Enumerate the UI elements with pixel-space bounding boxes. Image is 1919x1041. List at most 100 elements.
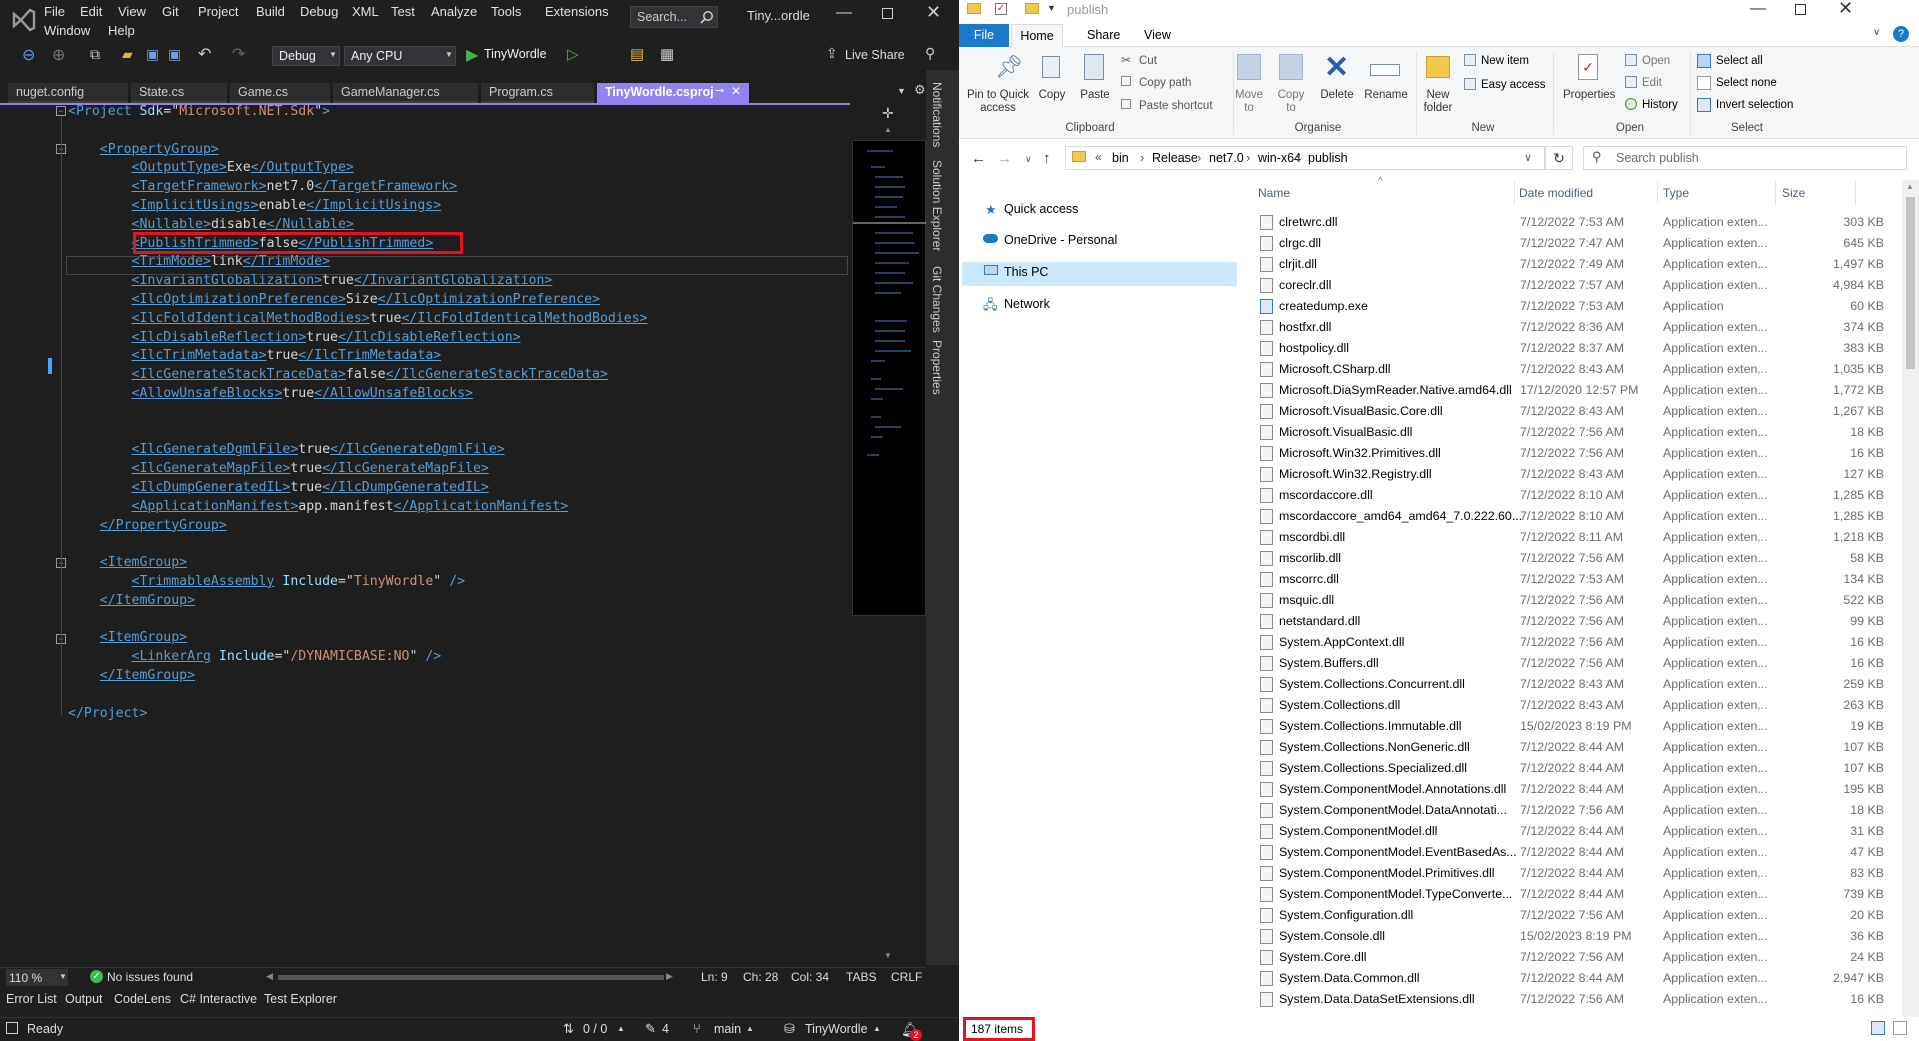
split-editor-icon[interactable]: ✛ xyxy=(882,105,894,122)
file-row[interactable]: Microsoft.VisualBasic.dll 7/12/2022 7:56 … xyxy=(1258,422,1898,443)
tab-game-cs[interactable]: Game.cs xyxy=(230,83,330,103)
line-ending[interactable]: CRLF xyxy=(891,970,922,984)
delete-button[interactable]: Delete xyxy=(1318,89,1356,101)
new-folder-button[interactable]: New folder xyxy=(1418,89,1458,115)
file-row[interactable]: msquic.dll 7/12/2022 7:56 AM Application e… xyxy=(1258,590,1898,611)
file-row[interactable]: System.Collections.dll 7/12/2022 8:43 AM A… xyxy=(1258,695,1898,716)
file-row[interactable]: System.ComponentModel.TypeConverte... 7/1… xyxy=(1258,884,1898,905)
file-row[interactable]: netstandard.dll 7/12/2022 7:56 AM Applicat… xyxy=(1258,611,1898,632)
pending-changes-count[interactable]: 4 xyxy=(662,1022,669,1036)
file-row[interactable]: Microsoft.Win32.Registry.dll 7/12/2022 8:… xyxy=(1258,464,1898,485)
history-button[interactable]: History xyxy=(1642,99,1678,111)
file-row[interactable]: Microsoft.Win32.Primitives.dll 7/12/2022 … xyxy=(1258,443,1898,464)
quick-access-toolbar-dropdown[interactable]: ▼ xyxy=(1047,3,1056,13)
menu-file[interactable]: File xyxy=(44,4,65,19)
fold-toggle-project[interactable]: − xyxy=(56,106,66,116)
edit-button[interactable]: Edit xyxy=(1642,77,1662,89)
file-row[interactable]: mscorrc.dll 7/12/2022 7:53 AM Application … xyxy=(1258,569,1898,590)
minimize-button[interactable]: — xyxy=(1750,0,1766,18)
menu-view[interactable]: View xyxy=(118,4,146,19)
nav-network[interactable]: Network xyxy=(1004,297,1050,311)
menu-project[interactable]: Project xyxy=(198,4,238,19)
git-commits-count[interactable]: 0 / 0 xyxy=(583,1022,607,1036)
code-content[interactable]: <Project Sdk="Microsoft.NET.Sdk"> <Prope… xyxy=(68,103,850,723)
menu-build[interactable]: Build xyxy=(256,4,285,19)
file-row[interactable]: mscorlib.dll 7/12/2022 7:56 AM Application… xyxy=(1258,548,1898,569)
close-tab-icon[interactable]: ✕ xyxy=(731,84,741,98)
breadcrumb-overflow-icon[interactable]: « xyxy=(1095,150,1102,164)
search-box[interactable]: ⚲ Search publish xyxy=(1583,146,1907,170)
breadcrumb-item[interactable]: Release xyxy=(1152,151,1198,165)
properties-button[interactable]: Properties xyxy=(1563,89,1615,101)
chevron-down-icon[interactable]: ∨ xyxy=(1873,27,1880,38)
select-all-button[interactable]: Select all xyxy=(1716,55,1763,67)
nav-this-pc[interactable]: This PC xyxy=(1004,265,1048,279)
bottom-tab-test-explorer[interactable]: Test Explorer xyxy=(264,992,337,1006)
file-row[interactable]: System.Console.dll 15/02/2023 8:19 PM Appl… xyxy=(1258,926,1898,947)
file-row[interactable]: clrjit.dll 7/12/2022 7:49 AM Application e… xyxy=(1258,254,1898,275)
breadcrumb-item[interactable]: win-x64 xyxy=(1258,151,1301,165)
file-row[interactable]: createdump.exe 7/12/2022 7:53 AM Applicati… xyxy=(1258,296,1898,317)
menu-extensions[interactable]: Extensions xyxy=(545,4,609,19)
file-row[interactable]: hostpolicy.dll 7/12/2022 8:37 AM Applicati… xyxy=(1258,338,1898,359)
ribbon-tab-home[interactable]: Home xyxy=(1011,24,1063,48)
indent-mode[interactable]: TABS xyxy=(846,970,876,984)
menu-window[interactable]: Window xyxy=(44,23,90,38)
close-button[interactable]: ✕ xyxy=(1838,0,1853,19)
repo-name[interactable]: TinyWordle xyxy=(805,1022,868,1036)
save-icon[interactable]: ▣ xyxy=(146,46,159,63)
ribbon-tab-view[interactable]: View xyxy=(1144,28,1171,42)
file-row[interactable]: mscordaccore.dll 7/12/2022 8:10 AM Applica… xyxy=(1258,485,1898,506)
start-debug-icon[interactable]: ▶ xyxy=(466,45,478,65)
file-row[interactable]: System.Buffers.dll 7/12/2022 7:56 AM Appli… xyxy=(1258,653,1898,674)
tab-gamemanager-cs[interactable]: GameManager.cs xyxy=(333,83,478,103)
horizontal-scrollbar[interactable] xyxy=(278,975,664,980)
chevron-right-icon[interactable]: › xyxy=(1296,150,1300,165)
column-header-name[interactable]: Name xyxy=(1258,186,1290,200)
move-to-button[interactable]: Move to xyxy=(1233,89,1265,115)
file-row[interactable]: hostfxr.dll 7/12/2022 8:36 AM Application … xyxy=(1258,317,1898,338)
file-row[interactable]: System.AppContext.dll 7/12/2022 7:56 AM Ap… xyxy=(1258,632,1898,653)
scroll-down-arrow[interactable]: ▼ xyxy=(884,951,892,960)
nav-quick-access[interactable]: Quick access xyxy=(1004,202,1078,216)
bottom-tab-output[interactable]: Output xyxy=(65,992,103,1006)
menu-tools[interactable]: Tools xyxy=(491,4,521,19)
file-row[interactable]: System.ComponentModel.Annotations.dll 7/1… xyxy=(1258,779,1898,800)
feedback-icon[interactable]: ⚲ xyxy=(925,45,935,62)
run-target-button[interactable]: TinyWordle xyxy=(484,47,547,61)
file-row[interactable]: clrgc.dll 7/12/2022 7:47 AM Application ex… xyxy=(1258,233,1898,254)
copy-to-button[interactable]: Copy to xyxy=(1275,89,1307,115)
back-icon[interactable]: ⊖ xyxy=(22,45,35,65)
maximize-button[interactable] xyxy=(1795,4,1806,15)
cut-button[interactable]: Cut xyxy=(1139,55,1157,67)
open-button[interactable]: Open xyxy=(1642,55,1670,67)
file-row[interactable]: System.Core.dll 7/12/2022 7:56 AM Applicat… xyxy=(1258,947,1898,968)
recent-locations-chevron-icon[interactable]: ∨ xyxy=(1025,154,1032,165)
details-view-icon[interactable] xyxy=(1871,1021,1885,1035)
menu-git[interactable]: Git xyxy=(162,4,179,19)
vertical-scrollbar[interactable]: ▲ xyxy=(1902,180,1919,1017)
menu-edit[interactable]: Edit xyxy=(80,4,102,19)
side-tab-properties[interactable]: Properties xyxy=(930,340,944,395)
file-row[interactable]: Microsoft.VisualBasic.Core.dll 7/12/2022 … xyxy=(1258,401,1898,422)
back-arrow-icon[interactable]: ← xyxy=(971,150,986,167)
breadcrumb-item[interactable]: bin xyxy=(1112,151,1129,165)
config-dropdown[interactable]: Debug ▼ xyxy=(272,46,340,66)
settings-gear-icon[interactable]: ⚙ xyxy=(914,82,926,98)
side-tab-git-changes[interactable]: Git Changes xyxy=(930,266,944,333)
live-share-button[interactable]: Live Share xyxy=(845,48,905,62)
bottom-tab-codelens[interactable]: CodeLens xyxy=(114,992,171,1006)
file-row[interactable]: System.ComponentModel.dll 7/12/2022 8:44 … xyxy=(1258,821,1898,842)
chevron-right-icon[interactable]: › xyxy=(1197,150,1201,165)
bottom-tab-error-list[interactable]: Error List xyxy=(6,992,57,1006)
scroll-up-arrow[interactable]: ▲ xyxy=(884,125,892,134)
save-all-icon[interactable]: ▣ xyxy=(168,46,181,63)
chevron-right-icon[interactable]: › xyxy=(1246,150,1250,165)
up-arrow-icon[interactable]: ↑ xyxy=(1043,150,1051,167)
chevron-right-icon[interactable]: › xyxy=(1140,150,1144,165)
help-icon[interactable]: ? xyxy=(1893,26,1909,42)
file-row[interactable]: System.Collections.Concurrent.dll 7/12/20… xyxy=(1258,674,1898,695)
folder-view-icon[interactable]: ▤ xyxy=(630,45,644,63)
menu-help[interactable]: Help xyxy=(108,23,135,38)
copy-button[interactable]: Copy xyxy=(1036,89,1068,101)
